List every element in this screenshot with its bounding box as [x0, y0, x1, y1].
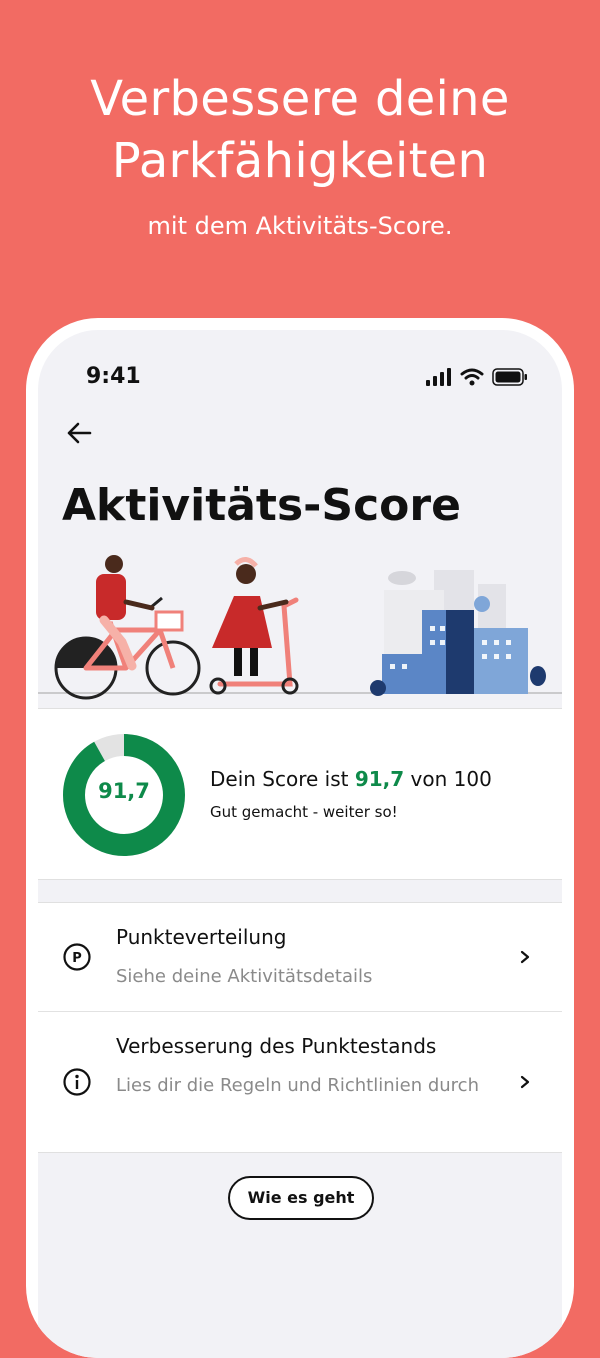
score-prefix: Dein Score ist	[210, 767, 355, 791]
score-ring-value: 91,7	[98, 779, 150, 803]
signal-icon	[426, 368, 451, 386]
parking-icon: P	[63, 943, 91, 971]
page-title: Aktivitäts-Score	[62, 480, 461, 531]
chevron-right-icon	[520, 1075, 530, 1089]
score-value-highlight: 91,7	[354, 767, 405, 791]
promo-subtitle: mit dem Aktivitäts-Score.	[147, 212, 453, 240]
menu-item-point-distribution[interactable]: P Punkteverteilung Siehe deine Aktivität…	[38, 903, 562, 1011]
menu-item-title: Verbesserung des Punktestands	[116, 1034, 437, 1058]
menu-list: P Punkteverteilung Siehe deine Aktivität…	[38, 902, 562, 1153]
menu-item-subtitle: Lies dir die Regeln und Richtlinien durc…	[116, 1075, 479, 1096]
city-skyline-figure	[370, 570, 546, 696]
bicycle-rider-figure	[54, 555, 201, 700]
scooter-rider-figure	[209, 557, 299, 695]
svg-text:P: P	[72, 951, 82, 966]
score-summary: Dein Score ist 91,7 von 100	[210, 767, 492, 791]
how-it-works-button[interactable]: Wie es geht	[228, 1176, 374, 1220]
app-screen: 9:41 Aktivitäts-Score 91,7 Dein Score is…	[38, 330, 562, 1358]
info-icon	[63, 1068, 91, 1096]
score-suffix: von 100	[404, 767, 492, 791]
menu-item-subtitle: Siehe deine Aktivitätsdetails	[116, 966, 373, 987]
menu-item-title: Punkteverteilung	[116, 925, 287, 949]
phone-frame: 9:41 Aktivitäts-Score 91,7 Dein Score is…	[26, 318, 574, 1358]
status-icons	[426, 368, 528, 386]
arrow-left-icon[interactable]	[64, 418, 94, 448]
score-card: 91,7 Dein Score ist 91,7 von 100 Gut gem…	[38, 708, 562, 880]
promo-title: Verbessere deine Parkfähigkeiten	[90, 71, 510, 189]
status-time: 9:41	[86, 364, 141, 389]
score-message: Gut gemacht - weiter so!	[210, 803, 398, 821]
wifi-icon	[460, 368, 484, 386]
mobility-illustration	[38, 555, 562, 700]
menu-item-score-improvement[interactable]: Verbesserung des Punktestands Lies dir d…	[38, 1011, 562, 1152]
chevron-right-icon	[520, 950, 530, 964]
battery-icon	[492, 368, 527, 386]
